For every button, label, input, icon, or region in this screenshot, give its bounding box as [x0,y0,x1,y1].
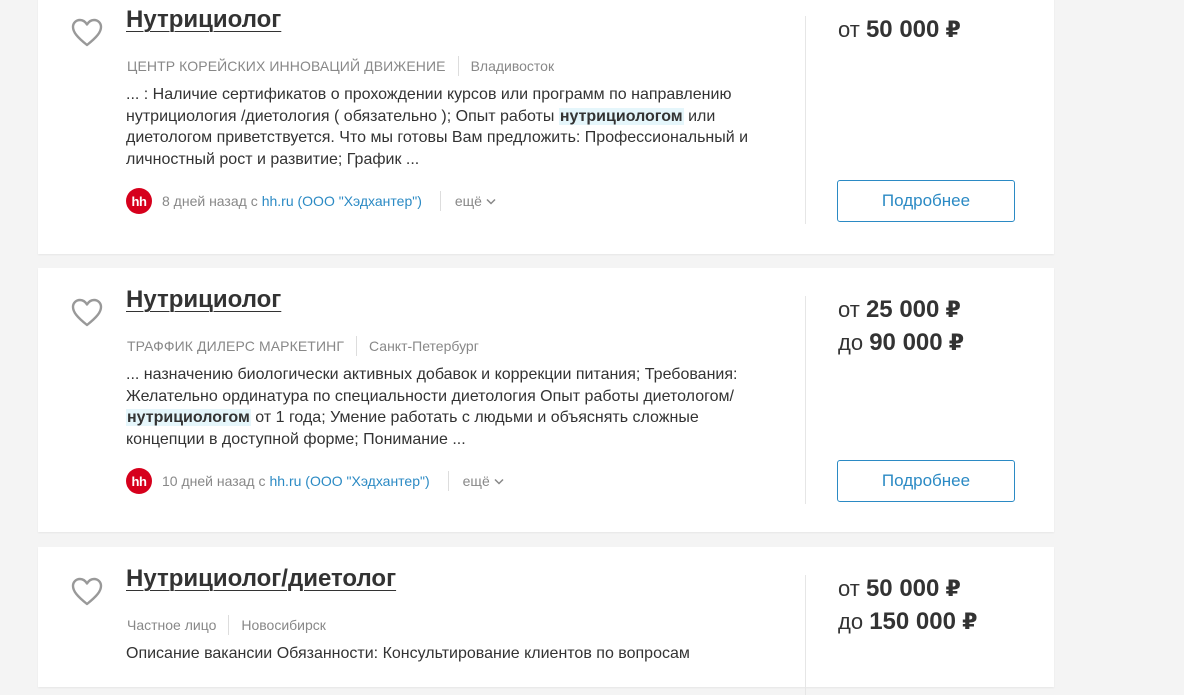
details-button[interactable]: Подробнее [837,460,1015,502]
source-link[interactable]: hh.ru (ООО "Хэдхантер") [262,193,422,209]
more-dropdown[interactable]: ещё [463,473,504,489]
vacancy-snippet: Описание вакансии Обязанности: Консульти… [126,643,781,665]
salary-amount: 25 000 [865,296,940,323]
more-label: ещё [462,473,490,489]
details-button[interactable]: Подробнее [837,180,1015,222]
meta-divider [457,56,459,76]
salary-to: до 90 000 ₽ [838,329,964,357]
meta-divider [228,615,230,635]
vacancy-meta: ЦЕНТР КОРЕЙСКИХ ИННОВАЦИЙ ДВИЖЕНИЕ Влади… [127,56,554,76]
source-divider [439,191,441,211]
vacancy-snippet: ... назначению биологически активных доб… [126,364,781,450]
more-dropdown[interactable]: ещё [455,193,496,209]
salary-from: от 50 000 ₽ [838,575,961,603]
vacancy-title[interactable]: Нутрициолог [126,6,281,34]
company-name: Частное лицо [127,617,217,633]
more-label: ещё [454,193,482,209]
city: Новосибирск [241,617,326,633]
column-divider [805,575,806,695]
vacancy-title[interactable]: Нутрициолог [126,286,281,314]
vacancy-source: hh 8 дней назад с hh.ru (ООО "Хэдхантер"… [126,188,496,214]
city: Владивосток [470,58,555,74]
ruble-icon: ₽ [945,297,961,322]
vacancy-snippet: ... : Наличие сертификатов о прохождении… [126,84,781,170]
city: Санкт-Петербург [369,338,479,354]
source-link[interactable]: hh.ru (ООО "Хэдхантер") [269,473,429,489]
favorite-heart-icon[interactable] [71,298,103,328]
ruble-icon: ₽ [962,609,978,634]
vacancy-card: Нутрициолог ЦЕНТР КОРЕЙСКИХ ИННОВАЦИЙ ДВ… [38,0,1054,254]
hh-logo: hh [126,188,152,214]
salary-amount: 50 000 [865,575,940,602]
company-name: ЦЕНТР КОРЕЙСКИХ ИННОВАЦИЙ ДВИЖЕНИЕ [127,58,446,74]
vacancy-source: hh 10 дней назад с hh.ru (ООО "Хэдхантер… [126,468,504,494]
vacancy-meta: Частное лицо Новосибирск [127,615,326,635]
snippet-highlight: нутрициологом [126,409,251,426]
company-name: ТРАФФИК ДИЛЕРС МАРКЕТИНГ [127,338,345,354]
hh-logo: hh [126,468,152,494]
salary-amount: 90 000 [869,329,943,356]
salary-to: до 150 000 ₽ [838,608,977,636]
chevron-down-icon [494,478,504,485]
salary-prefix: от [838,576,860,601]
vacancy-card: Нутрициолог/диетолог Частное лицо Новоси… [38,547,1054,695]
vacancy-meta: ТРАФФИК ДИЛЕРС МАРКЕТИНГ Санкт-Петербург [127,336,479,356]
favorite-heart-icon[interactable] [71,18,103,48]
source-divider [447,471,449,491]
chevron-down-icon [486,198,496,205]
salary-prefix: до [838,330,864,355]
column-divider [805,16,806,224]
ruble-icon: ₽ [945,576,961,601]
posted-time: 8 дней назад с [162,193,258,209]
salary-prefix: от [838,17,860,42]
favorite-heart-icon[interactable] [71,577,103,607]
snippet-highlight: нутрициологом [558,107,684,125]
snippet-text: ... назначению биологически активных доб… [126,366,738,405]
snippet-text: Описание вакансии Обязанности: Консульти… [126,645,690,662]
salary-from: от 50 000 ₽ [838,16,961,44]
salary-prefix: до [838,609,864,634]
vacancy-title[interactable]: Нутрициолог/диетолог [126,565,396,593]
column-divider [805,296,806,504]
vacancy-card: Нутрициолог ТРАФФИК ДИЛЕРС МАРКЕТИНГ Сан… [38,268,1054,532]
meta-divider [356,336,358,356]
ruble-icon: ₽ [945,17,961,42]
salary-amount: 50 000 [865,16,940,43]
salary-prefix: от [838,297,860,322]
posted-time: 10 дней назад с [162,473,266,489]
salary-amount: 150 000 [869,608,956,635]
salary-from: от 25 000 ₽ [838,296,961,324]
ruble-icon: ₽ [948,330,965,355]
